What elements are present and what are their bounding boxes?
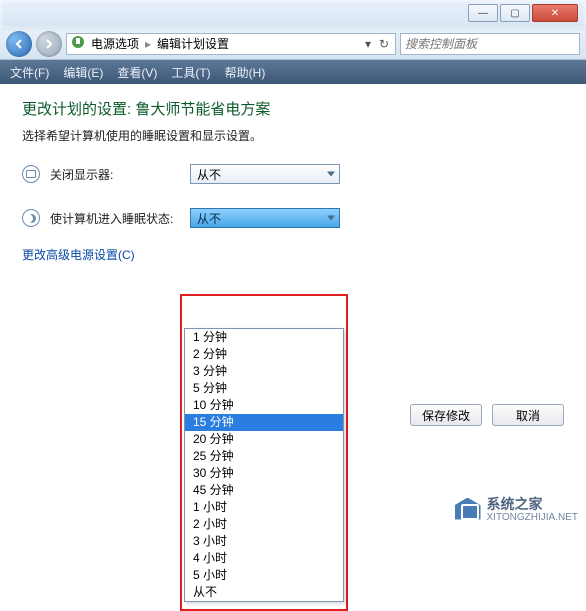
navigation-bar: 电源选项 ▸ 编辑计划设置 ▾ ↻: [0, 28, 586, 60]
sleep-option[interactable]: 3 分钟: [185, 363, 343, 380]
menu-file[interactable]: 文件(F): [10, 64, 49, 81]
sleep-option[interactable]: 3 小时: [185, 533, 343, 550]
sleep-option[interactable]: 45 分钟: [185, 482, 343, 499]
sleep-option[interactable]: 2 小时: [185, 516, 343, 533]
sleep-label: 使计算机进入睡眠状态:: [50, 210, 180, 227]
breadcrumb-icon: [71, 35, 85, 52]
turn-off-display-value: 从不: [197, 166, 221, 183]
monitor-icon: [22, 165, 40, 183]
sleep-option[interactable]: 4 小时: [185, 550, 343, 567]
sleep-option[interactable]: 25 分钟: [185, 448, 343, 465]
menu-edit[interactable]: 编辑(E): [63, 64, 103, 81]
row-sleep: 使计算机进入睡眠状态: 从不: [22, 208, 564, 228]
sleep-select[interactable]: 从不: [190, 208, 340, 228]
turn-off-display-select[interactable]: 从不: [190, 164, 340, 184]
page-heading: 更改计划的设置: 鲁大师节能省电方案: [22, 98, 564, 119]
sleep-option[interactable]: 从不: [185, 584, 343, 601]
breadcrumb-item-1[interactable]: 电源选项: [91, 35, 139, 52]
sleep-option[interactable]: 1 小时: [185, 499, 343, 516]
sleep-option[interactable]: 5 小时: [185, 567, 343, 584]
dialog-buttons: 保存修改 取消: [410, 404, 564, 426]
row-turn-off-display: 关闭显示器: 从不: [22, 164, 564, 184]
advanced-power-link[interactable]: 更改高级电源设置(C): [22, 246, 135, 263]
maximize-button[interactable]: ▢: [500, 4, 530, 22]
content-area: 更改计划的设置: 鲁大师节能省电方案 选择希望计算机使用的睡眠设置和显示设置。 …: [0, 84, 586, 529]
cancel-button[interactable]: 取消: [492, 404, 564, 426]
sleep-value: 从不: [197, 210, 221, 227]
breadcrumb-dropdown-icon[interactable]: ▾: [361, 35, 375, 53]
watermark-title: 系统之家: [487, 494, 579, 514]
sleep-option[interactable]: 30 分钟: [185, 465, 343, 482]
sleep-dropdown[interactable]: 1 分钟2 分钟3 分钟5 分钟10 分钟15 分钟20 分钟25 分钟30 分…: [184, 328, 344, 602]
moon-icon: [22, 209, 40, 227]
sleep-option[interactable]: 15 分钟: [185, 414, 343, 431]
minimize-button[interactable]: —: [468, 4, 498, 22]
breadcrumb-item-2[interactable]: 编辑计划设置: [157, 35, 229, 52]
menu-help[interactable]: 帮助(H): [225, 64, 266, 81]
arrow-left-icon: [13, 38, 25, 50]
refresh-icon[interactable]: ↻: [377, 35, 391, 53]
page-description: 选择希望计算机使用的睡眠设置和显示设置。: [22, 127, 564, 144]
window-controls: — ▢ ✕: [468, 4, 578, 22]
sleep-option[interactable]: 10 分钟: [185, 397, 343, 414]
watermark-sub: XITONGZHIJIA.NET: [487, 512, 579, 523]
search-box[interactable]: [400, 33, 580, 55]
chevron-right-icon: ▸: [145, 37, 151, 51]
close-button[interactable]: ✕: [532, 4, 578, 22]
forward-button[interactable]: [36, 31, 62, 57]
watermark-logo-icon: [455, 498, 481, 520]
sleep-option[interactable]: 2 分钟: [185, 346, 343, 363]
search-input[interactable]: [405, 37, 575, 51]
arrow-right-icon: [43, 38, 55, 50]
watermark: 系统之家 XITONGZHIJIA.NET: [455, 494, 579, 523]
menu-tools[interactable]: 工具(T): [171, 64, 210, 81]
menu-view[interactable]: 查看(V): [117, 64, 157, 81]
sleep-option[interactable]: 20 分钟: [185, 431, 343, 448]
turn-off-display-label: 关闭显示器:: [50, 166, 180, 183]
menu-bar: 文件(F) 编辑(E) 查看(V) 工具(T) 帮助(H): [0, 60, 586, 84]
sleep-option[interactable]: 5 分钟: [185, 380, 343, 397]
breadcrumb[interactable]: 电源选项 ▸ 编辑计划设置 ▾ ↻: [66, 33, 396, 55]
sleep-option[interactable]: 1 分钟: [185, 329, 343, 346]
save-button[interactable]: 保存修改: [410, 404, 482, 426]
back-button[interactable]: [6, 31, 32, 57]
